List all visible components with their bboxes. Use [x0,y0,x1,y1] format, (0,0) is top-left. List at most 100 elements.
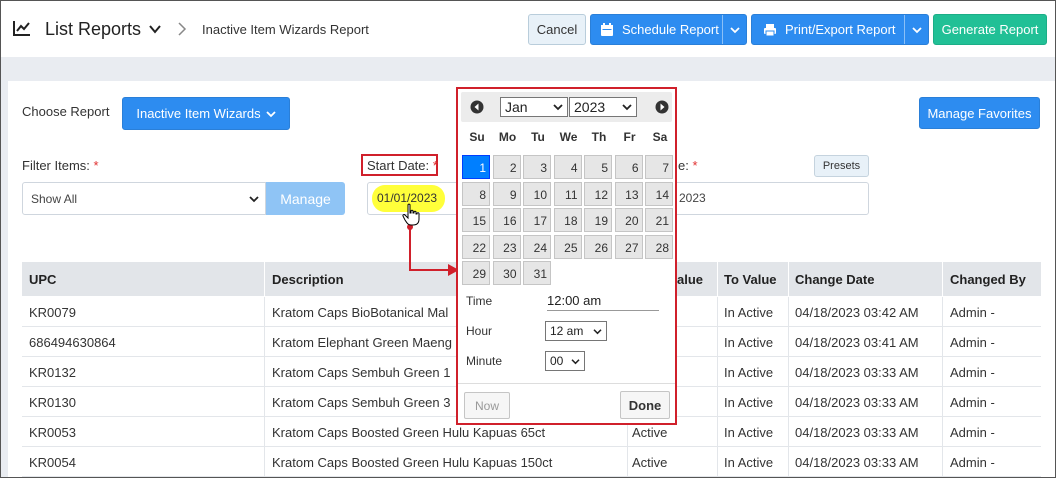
weekday-header: Tu [531,130,545,144]
calendar-day[interactable]: 11 [553,181,582,206]
col-divider [717,262,718,296]
line-chart-icon [13,21,30,36]
col-description[interactable]: Description [272,272,344,287]
manage-filter-button[interactable]: Manage [266,182,345,215]
col-divider [717,387,718,417]
calendar-day[interactable]: 26 [584,234,612,259]
col-from-value[interactable]: alue [677,272,703,287]
cell-by: Admin - [950,365,995,380]
now-button[interactable]: Now [464,392,510,419]
generate-report-button[interactable]: Generate Report [933,14,1047,45]
year-value: 2023 [574,99,606,115]
minute-value: 00 [550,354,564,368]
calendar-day[interactable]: 16 [492,208,521,232]
calendar-day[interactable]: 22 [462,234,490,259]
presets-button[interactable]: Presets [814,155,869,177]
header-divider-band [1,57,1055,81]
col-divider [788,417,789,447]
breadcrumb: Inactive Item Wizards Report [202,22,369,37]
col-change-date[interactable]: Change Date [795,272,874,287]
month-select[interactable]: Jan [500,97,568,117]
col-changed-by[interactable]: Changed By [950,272,1026,287]
month-value: Jan [505,99,528,115]
chevron-right-icon [178,22,187,36]
cell-to: In Active [724,335,774,350]
next-month-icon[interactable] [655,100,669,114]
calendar-day[interactable]: 21 [645,208,673,232]
calendar-day[interactable]: 1 [462,155,490,179]
cell-upc: KR0130 [29,395,76,410]
cell-from: Active [632,455,668,470]
calendar-day[interactable]: 13 [614,181,643,206]
col-divider [264,417,265,447]
print-export-button[interactable]: Print/Export Report [751,14,929,45]
filter-selected-value: Show All [31,191,78,206]
cell-to: In Active [724,425,774,440]
col-divider [788,357,789,387]
calendar-day[interactable]: 2 [492,155,521,179]
calendar-day[interactable]: 28 [645,234,673,259]
calendar-day[interactable]: 24 [523,234,551,259]
calendar-day[interactable]: 18 [553,208,582,232]
minute-select[interactable]: 00 [545,351,585,371]
cell-date: 04/18/2023 03:33 AM [795,425,919,440]
done-button[interactable]: Done [620,391,670,419]
calendar-day[interactable]: 30 [492,261,521,285]
filter-items-label: Filter Items: * [22,158,99,173]
col-divider [942,417,943,447]
calendar-day[interactable]: 9 [492,181,521,206]
col-divider [264,297,265,327]
calendar-day[interactable]: 5 [584,155,612,179]
hour-select[interactable]: 12 am [545,321,607,341]
weekday-header: Su [469,130,485,144]
calendar-day[interactable]: 4 [553,155,582,179]
time-value: 12:00 am [547,293,659,311]
cancel-button[interactable]: Cancel [528,14,586,45]
calendar-day[interactable]: 6 [614,155,643,179]
schedule-dropdown-toggle[interactable] [722,15,746,44]
col-divider [788,297,789,327]
print-dropdown-toggle[interactable] [904,15,928,44]
calendar-day[interactable]: 10 [523,181,551,206]
schedule-report-button[interactable]: Schedule Report [590,14,747,45]
calendar-day[interactable]: 19 [584,208,612,232]
col-divider [264,262,265,296]
calendar-day[interactable]: 31 [523,261,551,285]
calendar-day[interactable]: 20 [614,208,643,232]
calendar-day[interactable]: 12 [584,181,612,206]
calendar-day[interactable]: 3 [523,155,551,179]
calendar-day[interactable]: 27 [614,234,643,259]
col-upc[interactable]: UPC [29,272,56,287]
app-window: List Reports Inactive Item Wizards Repor… [0,0,1056,478]
calendar-day[interactable]: 29 [462,261,490,285]
calendar-day[interactable]: 17 [523,208,551,232]
manage-favorites-button[interactable]: Manage Favorites [919,97,1040,129]
cell-date: 04/18/2023 03:41 AM [795,335,919,350]
year-select[interactable]: 2023 [569,97,637,117]
weekday-header: Mo [498,130,517,144]
top-header: List Reports Inactive Item Wizards Repor… [1,1,1055,57]
col-divider [717,297,718,327]
start-date-label: Start Date: * [367,158,438,173]
calendar-day[interactable]: 25 [553,234,582,259]
hand-cursor-icon [402,203,420,226]
col-divider [942,327,943,357]
calendar-day[interactable]: 23 [492,234,521,259]
date-picker-popup: Jan 2023 Su Mo Tu We Th Fr Sa 1 2 3 4 5 6 7 8 9 10 11 12 1… [456,87,677,425]
calendar-day[interactable]: 8 [462,181,490,206]
filter-items-select[interactable]: Show All [22,182,266,215]
calendar-day[interactable]: 14 [645,181,673,206]
calendar-day[interactable]: 7 [645,155,673,179]
col-divider [264,357,265,387]
calendar-day[interactable]: 15 [462,208,490,232]
table-row[interactable]: KR0054 Kratom Caps Boosted Green Hulu Kap… [22,447,1041,477]
prev-month-icon[interactable] [470,100,484,114]
chevron-down-icon [593,329,602,335]
cell-date: 04/18/2023 03:33 AM [795,455,919,470]
cell-upc: KR0053 [29,425,76,440]
cell-by: Admin - [950,455,995,470]
report-select-button[interactable]: Inactive Item Wizards [122,97,290,130]
chevron-down-icon[interactable] [149,23,161,35]
col-to-value[interactable]: To Value [724,272,777,287]
end-date-label: e: * [678,158,698,173]
